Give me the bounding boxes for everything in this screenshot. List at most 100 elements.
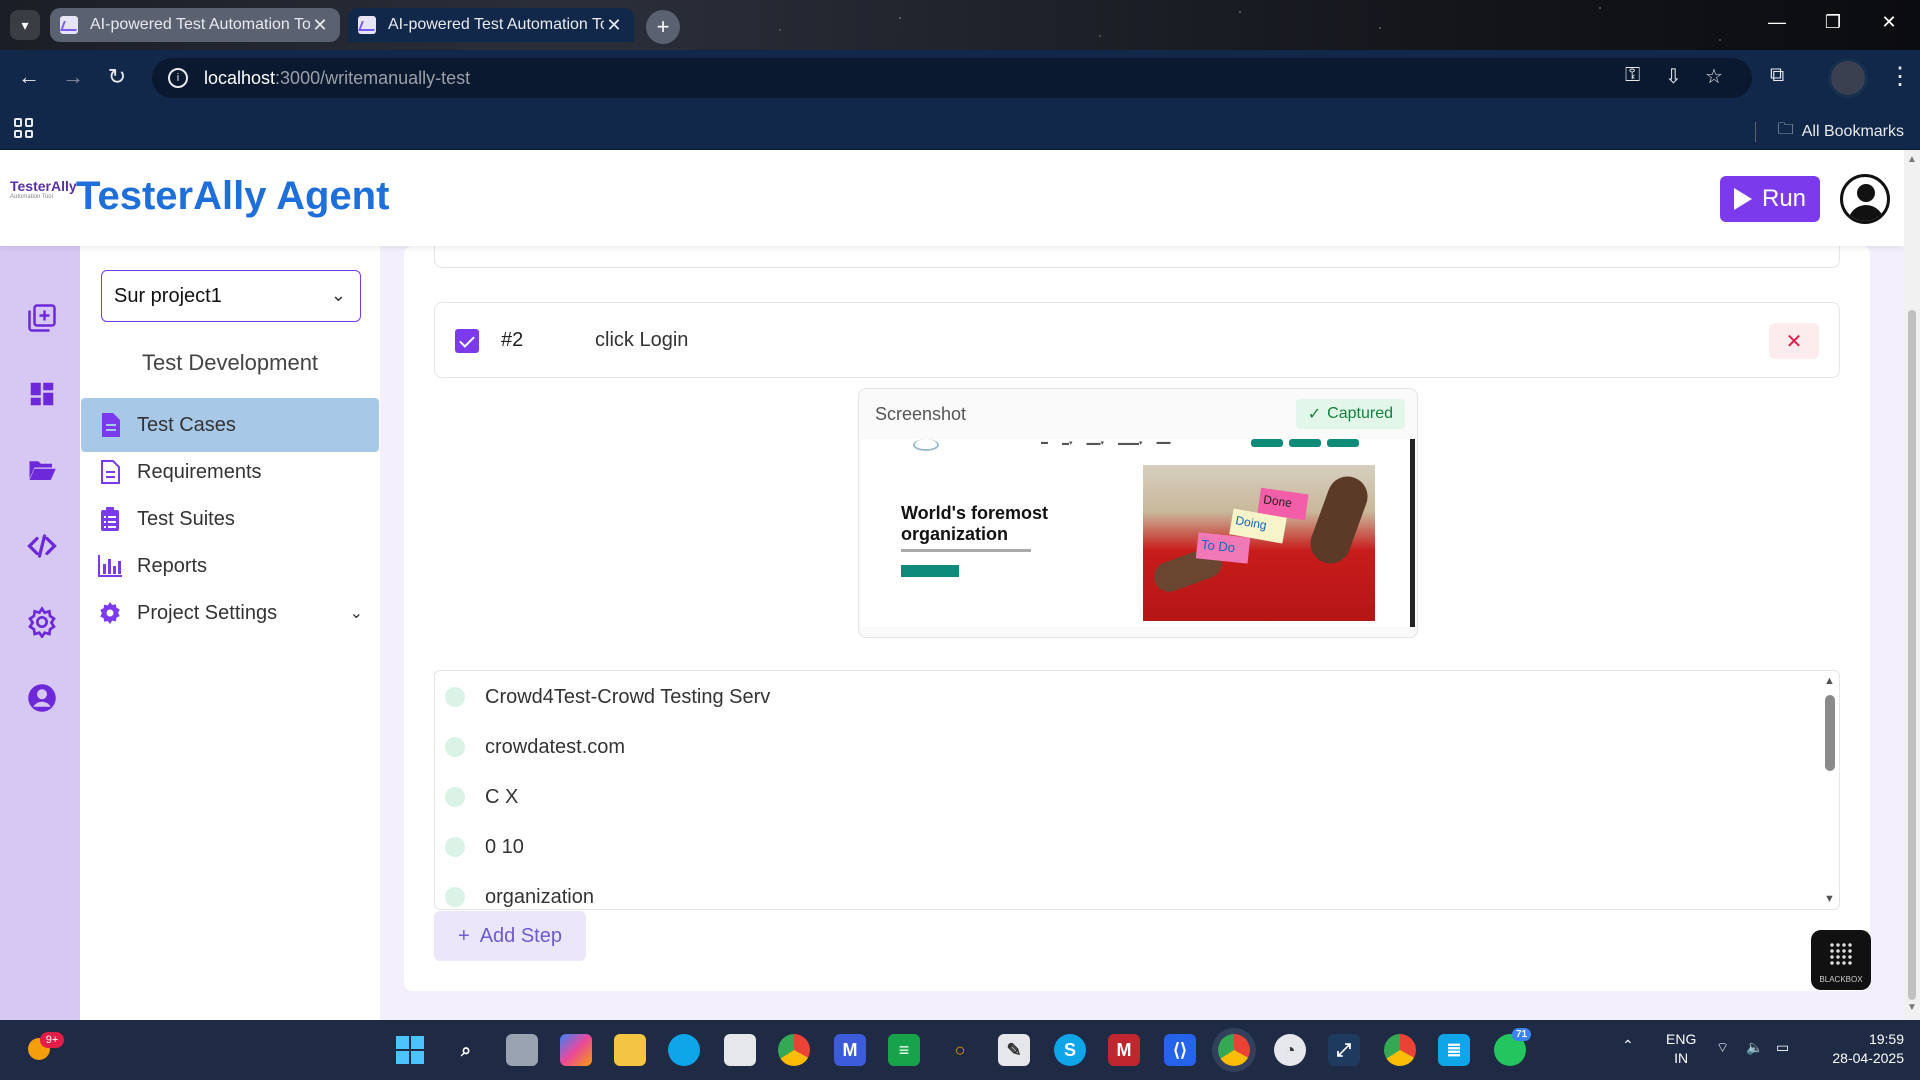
forward-icon[interactable]: → bbox=[58, 64, 88, 90]
volume-icon[interactable]: 🔈 bbox=[1746, 1038, 1763, 1057]
nav-item-test-cases[interactable]: Test Cases bbox=[81, 398, 379, 452]
show-hidden-icons[interactable]: ⌃ bbox=[1622, 1036, 1634, 1055]
mcafee-icon[interactable]: M bbox=[1108, 1034, 1140, 1066]
list-item[interactable]: 0 10 bbox=[445, 827, 524, 867]
bookmark-star-icon[interactable]: ☆ bbox=[1705, 64, 1723, 89]
profile-avatar[interactable] bbox=[1828, 58, 1868, 98]
list-item[interactable]: Crowd4Test-Crowd Testing Serv bbox=[445, 677, 770, 717]
nav-item-reports[interactable]: Reports bbox=[81, 539, 379, 593]
battery-icon[interactable]: ▭ bbox=[1776, 1038, 1789, 1057]
search-icon[interactable]: ⌕ bbox=[450, 1034, 482, 1066]
wifi-icon[interactable]: ⌔ bbox=[1716, 1038, 1729, 1057]
nav-item-test-suites[interactable]: Test Suites bbox=[81, 492, 379, 546]
list-item[interactable]: organization bbox=[445, 877, 594, 909]
skype-icon[interactable]: S bbox=[1054, 1034, 1086, 1066]
blackbox-logo-icon bbox=[1829, 942, 1853, 966]
nav-label: Test Suites bbox=[137, 507, 235, 530]
folder-icon: 🗀 bbox=[1777, 121, 1794, 138]
nav-item-requirements[interactable]: Requirements bbox=[81, 445, 379, 499]
user-avatar[interactable] bbox=[1840, 174, 1890, 224]
list-item[interactable]: crowdatest.com bbox=[445, 727, 625, 767]
list-scrollbar[interactable]: ▲ ▼ bbox=[1821, 671, 1839, 909]
list-item[interactable]: C X bbox=[445, 777, 518, 817]
account-circle-icon[interactable] bbox=[26, 682, 58, 714]
restore-icon[interactable]: ❐ bbox=[1818, 12, 1848, 33]
chrome-icon[interactable] bbox=[778, 1034, 810, 1066]
apps-grid-icon[interactable] bbox=[14, 118, 34, 138]
step-checkbox[interactable] bbox=[455, 329, 479, 353]
tab-search-button[interactable]: ▾ bbox=[10, 10, 40, 40]
whatsapp-icon[interactable]: 71 bbox=[1494, 1028, 1532, 1066]
screenshot-header: Screenshot ✓ Captured bbox=[859, 389, 1417, 439]
document-app-icon[interactable]: ✎ bbox=[998, 1034, 1030, 1066]
nav-label: Project Settings bbox=[137, 601, 278, 624]
weather-widget[interactable]: 9+ bbox=[24, 1032, 64, 1066]
scroll-down-icon[interactable]: ▼ bbox=[1907, 1002, 1917, 1013]
new-tab-button[interactable]: + bbox=[646, 10, 680, 44]
previous-step-card bbox=[434, 246, 1840, 268]
app-icon[interactable]: M bbox=[834, 1034, 866, 1066]
app-title: TesterAlly Agent bbox=[76, 174, 390, 218]
browser-menu-icon[interactable]: ⋮ bbox=[1888, 62, 1912, 91]
dashboard-icon[interactable] bbox=[26, 378, 58, 410]
screenshot-image: ▬ ▬▾ ▬▬▾ ▬▬▬▾ ▬▬ World's foremost organizati… bbox=[861, 439, 1415, 627]
all-bookmarks-button[interactable]: 🗀 All Bookmarks bbox=[1754, 118, 1904, 145]
step-text[interactable]: click Login bbox=[595, 329, 688, 352]
settings-icon[interactable] bbox=[26, 606, 58, 638]
blackbox-widget[interactable]: BLACKBOX bbox=[1811, 930, 1871, 990]
document-outline-icon bbox=[97, 459, 123, 485]
scroll-down-icon[interactable]: ▼ bbox=[1824, 893, 1835, 905]
code-icon[interactable] bbox=[26, 530, 58, 562]
store-icon[interactable] bbox=[724, 1034, 756, 1066]
chevron-down-icon[interactable]: ⌄ bbox=[350, 603, 363, 623]
extensions-icon[interactable]: ⧉ bbox=[1770, 64, 1784, 87]
edge-icon[interactable] bbox=[668, 1034, 700, 1066]
suggestion-list[interactable]: Crowd4Test-Crowd Testing Serv crowdatest… bbox=[434, 670, 1840, 910]
address-bar[interactable]: i localhost:3000/writemanually-test bbox=[152, 58, 1752, 98]
vscode-icon[interactable]: ⟨⟩ bbox=[1164, 1034, 1196, 1066]
close-tab-icon[interactable]: ✕ bbox=[604, 15, 624, 36]
task-view-icon[interactable] bbox=[506, 1034, 538, 1066]
scroll-up-icon[interactable]: ▲ bbox=[1907, 154, 1917, 165]
install-app-icon[interactable]: ⇩ bbox=[1665, 64, 1682, 89]
speedometer-icon[interactable]: ◔ bbox=[1274, 1034, 1306, 1066]
tab-favicon bbox=[358, 16, 376, 34]
key-icon[interactable]: ⚿ bbox=[1625, 64, 1640, 87]
start-icon[interactable] bbox=[394, 1034, 426, 1066]
delete-step-button[interactable]: ✕ bbox=[1769, 323, 1819, 359]
add-box-icon[interactable] bbox=[26, 302, 58, 334]
file-explorer-icon[interactable] bbox=[614, 1034, 646, 1066]
step-card: #2 click Login ✕ bbox=[434, 302, 1840, 378]
nav-item-project-settings[interactable]: Project Settings ⌄ bbox=[81, 586, 379, 640]
scroll-up-icon[interactable]: ▲ bbox=[1824, 675, 1835, 687]
stack-app-icon[interactable]: ≡ bbox=[888, 1034, 920, 1066]
browser-tab-1[interactable]: AI-powered Test Automation To ✕ bbox=[50, 8, 340, 42]
page-scrollbar[interactable]: ▲ ▼ bbox=[1904, 150, 1920, 1020]
status-dot-icon bbox=[445, 887, 465, 907]
play-icon bbox=[1733, 188, 1752, 210]
copilot-icon[interactable] bbox=[560, 1034, 592, 1066]
close-tab-icon[interactable]: ✕ bbox=[310, 15, 330, 36]
close-window-icon[interactable]: ✕ bbox=[1874, 12, 1904, 33]
reload-icon[interactable]: ↻ bbox=[102, 64, 132, 90]
app-icon[interactable]: ⤢ bbox=[1328, 1034, 1360, 1066]
clock[interactable]: 19:59 28-04-2025 bbox=[1818, 1030, 1904, 1068]
gear-icon bbox=[97, 600, 123, 626]
run-button[interactable]: Run bbox=[1720, 176, 1820, 222]
chrome-active-icon[interactable] bbox=[1218, 1034, 1250, 1066]
circle-app-icon[interactable]: ○ bbox=[944, 1034, 976, 1066]
tab-favicon bbox=[60, 16, 78, 34]
language-indicator[interactable]: ENG IN bbox=[1666, 1030, 1696, 1068]
browser-tab-2[interactable]: AI-powered Test Automation To ✕ bbox=[348, 8, 634, 42]
notepad-icon[interactable]: ≣ bbox=[1438, 1034, 1470, 1066]
project-select[interactable]: Sur project1 ⌄ bbox=[101, 270, 361, 322]
chrome-profile-icon[interactable] bbox=[1384, 1034, 1416, 1066]
minimize-icon[interactable]: — bbox=[1762, 12, 1792, 33]
check-icon: ✓ bbox=[1307, 406, 1322, 423]
add-step-button[interactable]: + Add Step bbox=[434, 911, 586, 961]
site-info-icon[interactable]: i bbox=[168, 68, 188, 88]
back-icon[interactable]: ← bbox=[14, 64, 44, 90]
app-root: TesterAlly Automation Tool TesterAlly Ag… bbox=[0, 150, 1904, 1020]
step-number: #2 bbox=[501, 329, 524, 351]
folder-open-icon[interactable] bbox=[26, 454, 58, 486]
